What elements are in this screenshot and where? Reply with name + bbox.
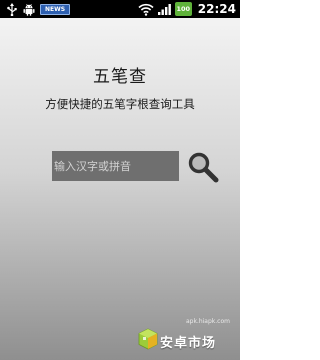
clock: 22:24 <box>197 2 236 16</box>
search-button[interactable] <box>185 150 221 184</box>
page-subtitle: 方便快捷的五笔字根查询工具 <box>45 97 195 111</box>
main-screen: 五笔查 方便快捷的五笔字根查询工具 apk.hiapk.com 安卓市场 <box>0 18 240 360</box>
android-icon <box>23 3 35 16</box>
status-bar: NEWS 100 22:24 <box>0 0 240 18</box>
signal-icon <box>157 3 172 16</box>
store-badge: apk.hiapk.com 安卓市场 <box>136 318 234 354</box>
news-icon: NEWS <box>40 3 70 15</box>
magnifier-icon <box>185 150 221 184</box>
battery-icon: 100 <box>174 2 192 16</box>
notification-icons: NEWS <box>6 2 70 16</box>
store-name: 安卓市场 <box>160 336 217 351</box>
store-url: apk.hiapk.com <box>185 318 230 325</box>
wifi-icon <box>138 3 154 16</box>
page-title: 五笔查 <box>93 67 147 87</box>
search-input[interactable] <box>52 151 179 181</box>
usb-icon <box>6 2 18 16</box>
system-icons: 100 22:24 <box>138 0 236 18</box>
store-logo-icon <box>138 328 158 354</box>
